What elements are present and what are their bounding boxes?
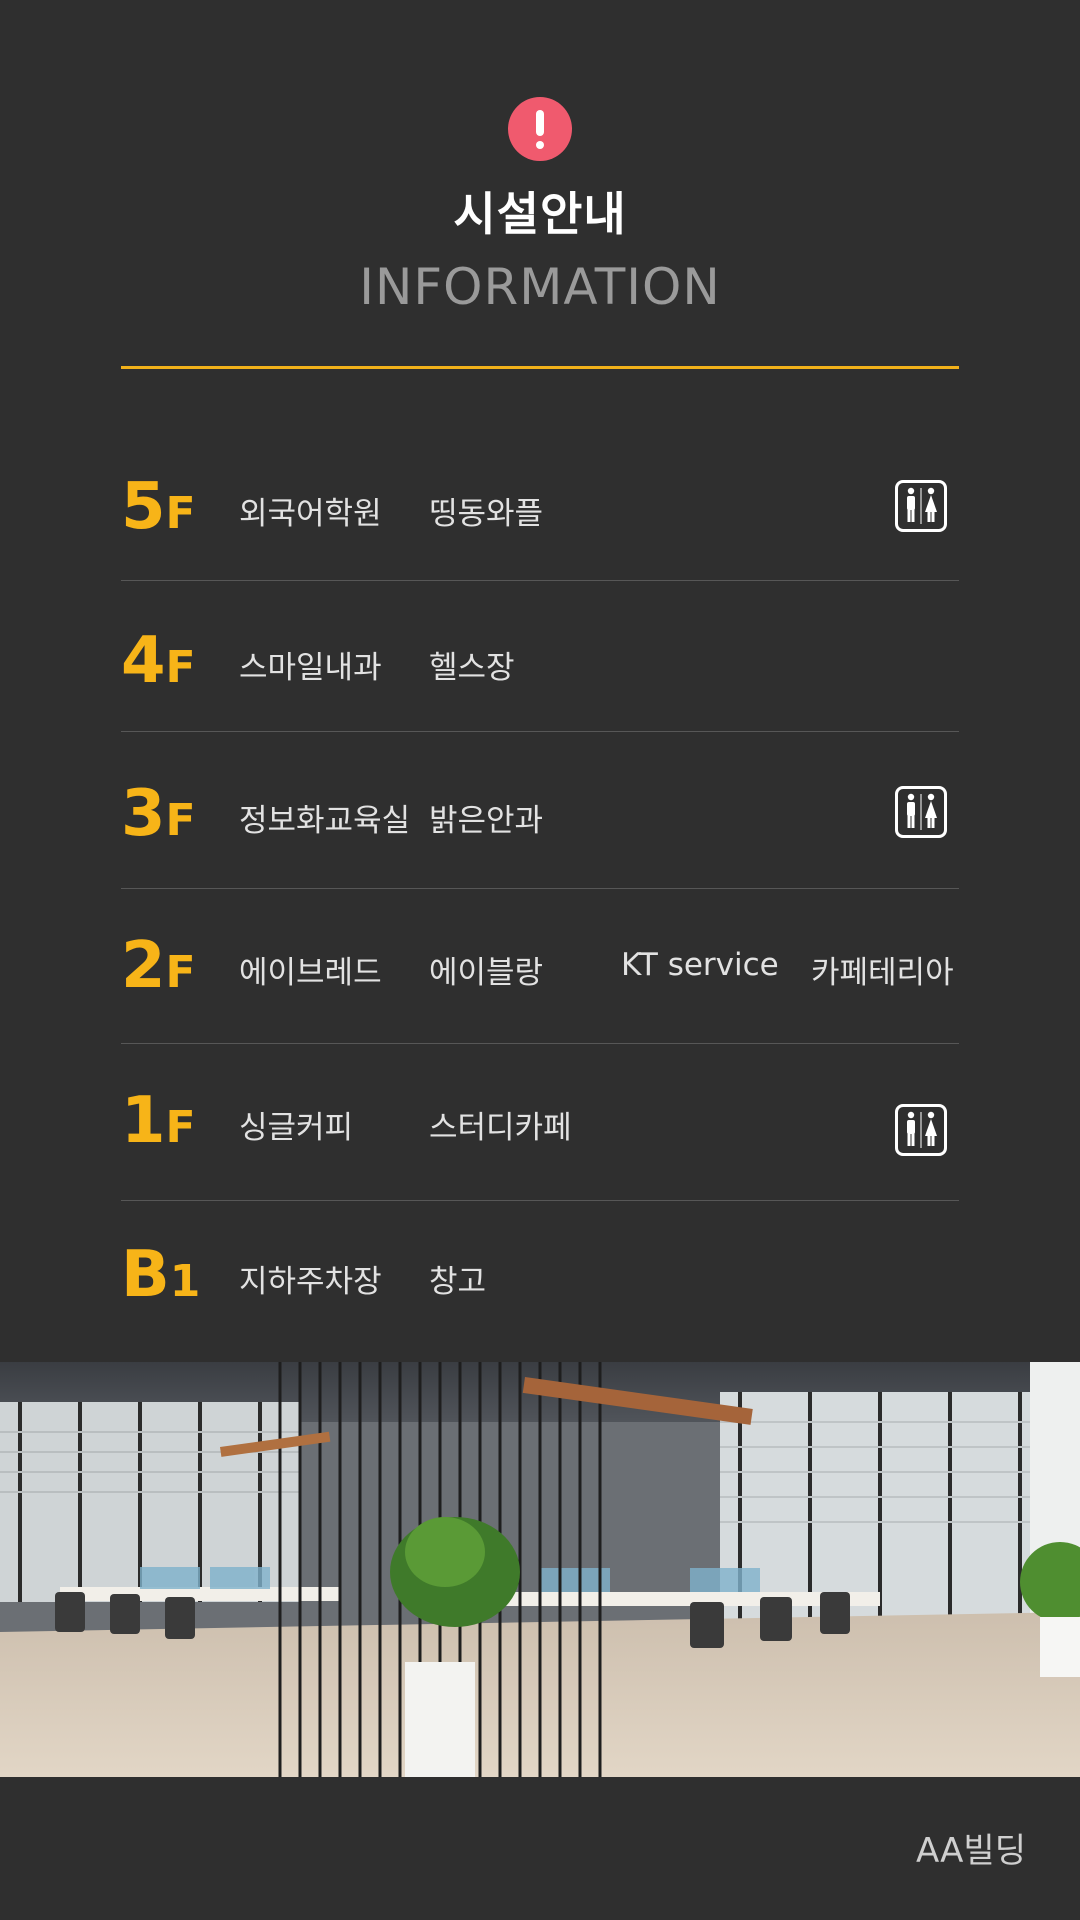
floor-row-2f: 2F 에이브레드 에이블랑 KT service 카페테리아 bbox=[121, 929, 959, 1009]
tenant-name: 스터디카페 bbox=[429, 1110, 572, 1146]
tenant-name: 헬스장 bbox=[429, 650, 515, 686]
row-divider bbox=[121, 580, 959, 581]
office-interior-photo bbox=[0, 1362, 1080, 1777]
tenant-name: 외국어학원 bbox=[239, 496, 382, 532]
floor-label: 5F bbox=[121, 470, 196, 544]
tenant-name: 카페테리아 bbox=[811, 955, 954, 991]
header-divider bbox=[121, 366, 959, 369]
tenant-name: 창고 bbox=[429, 1264, 487, 1300]
row-divider bbox=[121, 888, 959, 889]
tenant-name: 싱글커피 bbox=[239, 1110, 354, 1146]
restroom-icon bbox=[895, 786, 947, 838]
floor-row-b1: B1 지하주차장 창고 bbox=[121, 1238, 959, 1318]
exclamation-circle-icon bbox=[508, 97, 572, 161]
restroom-icon bbox=[895, 480, 947, 532]
tenant-name: 에이브레드 bbox=[239, 955, 382, 991]
floor-label: 1F bbox=[121, 1084, 196, 1158]
tenant-name: 스마일내과 bbox=[239, 650, 382, 686]
tenant-name: 띵동와플 bbox=[429, 496, 544, 532]
floor-label: 4F bbox=[121, 624, 196, 698]
tenant-name: 지하주차장 bbox=[239, 1264, 382, 1300]
row-divider bbox=[121, 731, 959, 732]
floor-row-1f: 1F 싱글커피 스터디카페 bbox=[121, 1084, 959, 1164]
row-divider bbox=[121, 1043, 959, 1044]
page-subtitle: INFORMATION bbox=[359, 258, 721, 316]
floor-label: B1 bbox=[121, 1238, 201, 1312]
restroom-icon bbox=[895, 1104, 947, 1156]
floor-label: 2F bbox=[121, 929, 196, 1003]
floor-label: 3F bbox=[121, 777, 196, 851]
tenant-name: 에이블랑 bbox=[429, 955, 544, 991]
tenant-name: KT service bbox=[621, 947, 779, 983]
tenant-name: 정보화교육실 bbox=[239, 803, 411, 839]
floor-row-3f: 3F 정보화교육실 밝은안과 bbox=[121, 777, 959, 857]
tenant-name: 밝은안과 bbox=[429, 803, 544, 839]
building-name: AA빌딩 bbox=[915, 1831, 1026, 1871]
floor-row-4f: 4F 스마일내과 헬스장 bbox=[121, 624, 959, 704]
row-divider bbox=[121, 1200, 959, 1201]
floor-row-5f: 5F 외국어학원 띵동와플 bbox=[121, 470, 959, 550]
page-title: 시설안내 bbox=[453, 187, 627, 241]
